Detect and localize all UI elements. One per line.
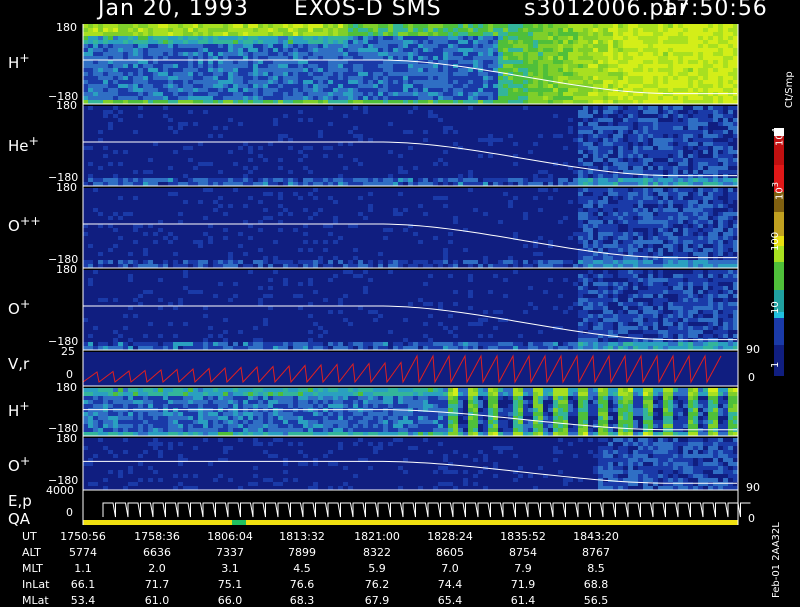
footer-cell-mlt: 2.0 [125, 562, 189, 575]
footer-cell-ut: 1813:32 [270, 530, 334, 543]
footer-cell-mlat: 53.4 [51, 594, 115, 607]
right-tick-0-a: 0 [748, 371, 755, 384]
tick-p4-top: 180 [56, 263, 77, 276]
colorbar-segment [774, 318, 784, 345]
footer-cell-ut: 1821:00 [345, 530, 409, 543]
panel-label-qa: QA [8, 510, 30, 528]
footer-cell-inlat: 75.1 [198, 578, 262, 591]
footer-cell-ut: 1843:20 [564, 530, 628, 543]
panel-label-vr: V,r [8, 355, 29, 373]
panel-label-he-plus: He+ [8, 133, 39, 155]
tick-ep-top: 4000 [46, 484, 74, 497]
footer-cell-ut: 1806:04 [198, 530, 262, 543]
qa-mark [232, 520, 246, 525]
footer-row-label-inlat: InLat [22, 578, 49, 591]
colorbar-unit: Ct/Smp [784, 71, 795, 108]
panel-label-ep: E,p [8, 492, 32, 510]
colorbar-segment [774, 345, 784, 376]
panel-label-o-plus-2: O+ [8, 453, 30, 475]
footer-cell-alt: 5774 [51, 546, 115, 559]
footer-cell-ut: 1835:52 [491, 530, 555, 543]
footer-cell-mlat: 66.0 [198, 594, 262, 607]
colorbar-tick-1000: 103 [770, 182, 785, 200]
right-tick-0-b: 0 [748, 512, 755, 525]
tick-ep-bot: 0 [66, 506, 73, 519]
header-date: Jan 20, 1993 [98, 0, 249, 21]
header-instrument: EXOS-D SMS [294, 0, 442, 21]
footer-cell-mlt: 8.5 [564, 562, 628, 575]
colorbar-tick-100: 100 [770, 232, 781, 251]
footer-cell-mlt: 5.9 [345, 562, 409, 575]
footer-cell-alt: 8754 [491, 546, 555, 559]
footer-cell-alt: 8322 [345, 546, 409, 559]
footer-cell-mlat: 61.4 [491, 594, 555, 607]
tick-vr-bot: 0 [66, 368, 73, 381]
footer-cell-ut: 1750:56 [51, 530, 115, 543]
footer-cell-mlat: 67.9 [345, 594, 409, 607]
footer-cell-alt: 7337 [198, 546, 262, 559]
footer-cell-mlat: 56.5 [564, 594, 628, 607]
footer-row-label-mlat: MLat [22, 594, 49, 607]
footer-cell-inlat: 66.1 [51, 578, 115, 591]
right-tick-90-a: 90 [746, 343, 760, 356]
footer-cell-alt: 8605 [418, 546, 482, 559]
footer-cell-ut: 1758:36 [125, 530, 189, 543]
colorbar-tick-10000: 104 [770, 128, 785, 146]
tick-p2-top: 180 [56, 99, 77, 112]
panel-label-h-plus: H+ [8, 50, 30, 72]
footer-row-label-alt: ALT [22, 546, 41, 559]
header-time: 17:50:56 [661, 0, 768, 21]
tick-p7-top: 180 [56, 432, 77, 445]
footer-cell-inlat: 76.2 [345, 578, 409, 591]
footer-row-label-ut: UT [22, 530, 37, 543]
panel-label-h-plus-2: H+ [8, 398, 30, 420]
tick-p3-top: 180 [56, 181, 77, 194]
tick-vr-top: 25 [61, 345, 75, 358]
colorbar-segment [774, 262, 784, 290]
colorbar-tick-10: 10 [770, 301, 781, 314]
tick-p1-top: 180 [56, 21, 77, 34]
footer-cell-mlt: 3.1 [198, 562, 262, 575]
colorbar-tick-1: 1 [770, 362, 781, 368]
panel-ep-bg [83, 492, 738, 520]
footer-cell-mlat: 65.4 [418, 594, 482, 607]
footer-cell-mlt: 4.5 [270, 562, 334, 575]
footer-cell-inlat: 71.9 [491, 578, 555, 591]
footer-cell-mlt: 7.9 [491, 562, 555, 575]
right-tick-90-b: 90 [746, 481, 760, 494]
side-note: Feb-01 2AA32L [771, 522, 782, 598]
panel-label-o-plusplus: O++ [8, 213, 41, 235]
footer-cell-inlat: 74.4 [418, 578, 482, 591]
footer-row-label-mlt: MLT [22, 562, 43, 575]
footer-cell-inlat: 76.6 [270, 578, 334, 591]
qa-bar [83, 520, 738, 525]
footer-cell-mlt: 1.1 [51, 562, 115, 575]
panel-label-o-plus: O+ [8, 296, 30, 318]
spectrogram-figure [0, 0, 800, 600]
tick-p6-top: 180 [56, 381, 77, 394]
footer-cell-mlat: 68.3 [270, 594, 334, 607]
footer-cell-ut: 1828:24 [418, 530, 482, 543]
footer-cell-alt: 6636 [125, 546, 189, 559]
footer-cell-mlat: 61.0 [125, 594, 189, 607]
footer-cell-mlt: 7.0 [418, 562, 482, 575]
footer-cell-alt: 8767 [564, 546, 628, 559]
footer-cell-inlat: 71.7 [125, 578, 189, 591]
footer-cell-inlat: 68.8 [564, 578, 628, 591]
footer-cell-alt: 7899 [270, 546, 334, 559]
